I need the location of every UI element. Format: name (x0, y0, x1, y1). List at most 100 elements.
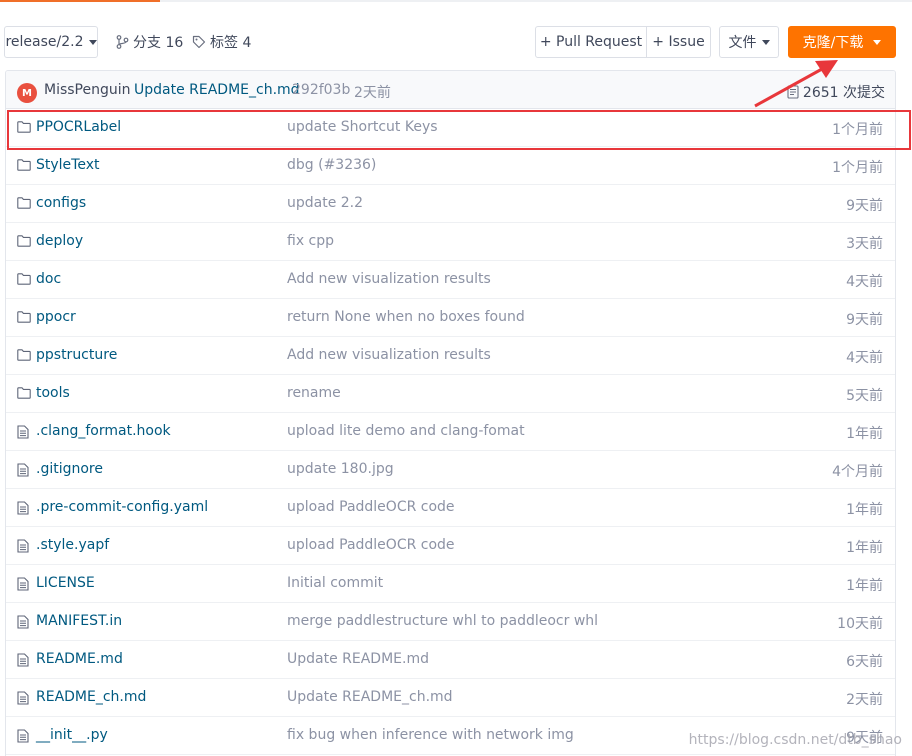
file-icon (17, 425, 29, 443)
file-name-link[interactable]: LICENSE (36, 575, 95, 591)
chevron-down-icon (761, 39, 770, 45)
file-commit-time: 1年前 (846, 502, 883, 518)
file-commit-message[interactable]: Initial commit (287, 575, 383, 591)
file-icon (17, 691, 29, 709)
file-row[interactable]: ppstructure Add new visualization results… (6, 337, 895, 375)
file-icon (17, 729, 29, 747)
file-row[interactable]: MANIFEST.in merge paddlestructure whl to … (6, 603, 895, 641)
file-name-link[interactable]: README_ch.md (36, 689, 146, 705)
file-name-link[interactable]: __init__.py (36, 727, 108, 743)
chevron-down-icon (873, 39, 882, 45)
file-name-link[interactable]: tools (36, 385, 70, 401)
file-icon (17, 615, 29, 633)
file-commit-message[interactable]: dbg (#3236) (287, 157, 376, 173)
file-row[interactable]: README_ch.md Update README_ch.md 2天前 (6, 679, 895, 717)
file-commit-message[interactable]: update 180.jpg (287, 461, 394, 477)
avatar[interactable]: M (17, 83, 37, 103)
file-row[interactable]: README.md Update README.md 6天前 (6, 641, 895, 679)
file-row[interactable]: StyleText dbg (#3236) 1个月前 (6, 147, 895, 185)
file-commit-time: 9天前 (846, 312, 883, 328)
clone-download-label: 克隆/下载 (802, 35, 864, 51)
file-commit-time: 5天前 (846, 388, 883, 404)
history-icon (787, 85, 799, 99)
watermark: https://blog.csdn.net/dtb_shao (688, 732, 902, 748)
file-commit-message[interactable]: update Shortcut Keys (287, 119, 438, 135)
file-commit-message[interactable]: fix cpp (287, 233, 334, 249)
file-commit-time: 1年前 (846, 578, 883, 594)
file-row[interactable]: LICENSE Initial commit 1年前 (6, 565, 895, 603)
file-name-link[interactable]: README.md (36, 651, 123, 667)
file-dropdown-label: 文件 (728, 35, 757, 51)
tags-label: 标签 4 (210, 35, 252, 51)
file-commit-message[interactable]: Add new visualization results (287, 271, 491, 287)
file-row[interactable]: ppocr return None when no boxes found 9天前 (6, 299, 895, 337)
file-commit-message[interactable]: upload PaddleOCR code (287, 499, 455, 515)
file-row[interactable]: doc Add new visualization results 4天前 (6, 261, 895, 299)
file-commit-message[interactable]: fix bug when inference with network img (287, 727, 574, 743)
file-commit-time: 4个月前 (832, 464, 883, 480)
file-name-link[interactable]: .gitignore (36, 461, 103, 477)
file-name-link[interactable]: MANIFEST.in (36, 613, 122, 629)
repo-file-list: M MissPenguin Update README_ch.md 292f03… (5, 70, 896, 756)
file-commit-time: 1年前 (846, 540, 883, 556)
file-icon (17, 653, 29, 671)
file-commit-time: 4天前 (846, 274, 883, 290)
file-name-link[interactable]: deploy (36, 233, 83, 249)
folder-icon (17, 387, 31, 403)
file-row[interactable]: PPOCRLabel update Shortcut Keys 1个月前 (6, 109, 895, 147)
file-commit-message[interactable]: merge paddlestructure whl to paddleocr w… (287, 613, 598, 629)
file-commit-time: 6天前 (846, 654, 883, 670)
folder-icon (17, 349, 31, 365)
chevron-down-icon (88, 39, 97, 45)
folder-icon (17, 235, 31, 251)
file-name-link[interactable]: .clang_format.hook (36, 423, 171, 439)
file-commit-time: 1个月前 (832, 160, 883, 176)
file-row[interactable]: deploy fix cpp 3天前 (6, 223, 895, 261)
file-name-link[interactable]: ppocr (36, 309, 76, 325)
folder-icon (17, 121, 31, 137)
folder-icon (17, 311, 31, 327)
file-row[interactable]: tools rename 5天前 (6, 375, 895, 413)
top-border (0, 0, 912, 2)
file-commit-time: 10天前 (837, 616, 883, 632)
file-row[interactable]: .clang_format.hook upload lite demo and c… (6, 413, 895, 451)
file-name-link[interactable]: PPOCRLabel (36, 119, 121, 135)
file-commit-message[interactable]: update 2.2 (287, 195, 363, 211)
file-row[interactable]: configs update 2.2 9天前 (6, 185, 895, 223)
tags-link[interactable]: 标签 4 (192, 26, 251, 58)
issue-button[interactable]: + Issue (647, 27, 710, 57)
file-commit-message[interactable]: Update README_ch.md (287, 689, 453, 705)
file-dropdown-button[interactable]: 文件 (719, 26, 779, 58)
file-name-link[interactable]: doc (36, 271, 61, 287)
file-commit-message[interactable]: upload PaddleOCR code (287, 537, 455, 553)
file-name-link[interactable]: .pre-commit-config.yaml (36, 499, 208, 515)
file-commit-message[interactable]: Update README.md (287, 651, 429, 667)
file-row[interactable]: .gitignore update 180.jpg 4个月前 (6, 451, 895, 489)
file-commit-time: 4天前 (846, 350, 883, 366)
branches-label: 分支 16 (133, 35, 184, 51)
branch-icon (116, 35, 129, 49)
commit-sha[interactable]: 292f03b (292, 82, 350, 98)
pull-request-button[interactable]: + Pull Request (536, 27, 647, 57)
commit-count-link[interactable]: 2651 次提交 (787, 82, 885, 102)
file-name-link[interactable]: StyleText (36, 157, 99, 173)
file-name-link[interactable]: .style.yapf (36, 537, 109, 553)
commit-count: 2651 次提交 (802, 85, 885, 101)
branches-link[interactable]: 分支 16 (116, 26, 183, 58)
folder-icon (17, 273, 31, 289)
branch-select[interactable]: release/2.2 (4, 26, 98, 58)
file-commit-message[interactable]: rename (287, 385, 341, 401)
file-name-link[interactable]: ppstructure (36, 347, 117, 363)
commit-author[interactable]: MissPenguin (44, 82, 131, 98)
file-icon (17, 463, 29, 481)
file-name-link[interactable]: configs (36, 195, 86, 211)
file-icon (17, 539, 29, 557)
file-row[interactable]: .pre-commit-config.yaml upload PaddleOCR … (6, 489, 895, 527)
file-commit-message[interactable]: Add new visualization results (287, 347, 491, 363)
file-commit-message[interactable]: return None when no boxes found (287, 309, 525, 325)
file-commit-message[interactable]: upload lite demo and clang-fomat (287, 423, 525, 439)
file-row[interactable]: .style.yapf upload PaddleOCR code 1年前 (6, 527, 895, 565)
commit-message[interactable]: Update README_ch.md (134, 82, 300, 98)
clone-download-button[interactable]: 克隆/下载 (788, 26, 896, 58)
folder-icon (17, 197, 31, 213)
